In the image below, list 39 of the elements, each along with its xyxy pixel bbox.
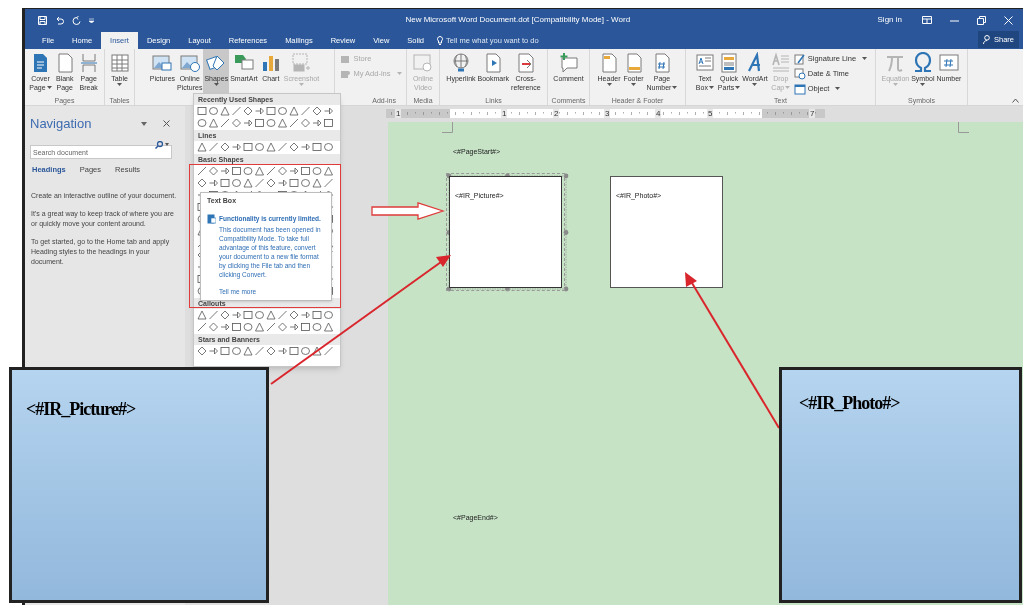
search-icon [155,140,163,149]
table-icon [108,52,131,74]
drop-cap-icon [769,52,792,74]
ruler-number: 2 [553,109,560,118]
camera-icon [290,52,313,74]
ruler-number: 1 [501,109,508,118]
pane-title: Navigation [30,115,93,133]
globe-picture-icon [178,52,201,74]
ruler-number: 4 [655,109,662,118]
text-box-icon [693,52,716,74]
person-icon [983,35,991,44]
ruler-number: 1 [395,109,402,118]
number-icon [938,52,960,74]
video-icon [412,52,434,74]
customize-icon [89,17,94,23]
document-warning-icon [207,213,216,224]
window-title: New Microsoft Word Document.dot [Compatibility Mode] - Word [404,14,632,26]
lightbulb-icon [437,36,444,45]
save-icon [38,15,47,25]
calendar-icon [793,67,806,80]
signature-icon [793,52,806,65]
redo-icon [72,15,81,25]
close-icon [1004,15,1013,25]
picture-icon [151,52,174,74]
callout-text: <#IR_Photo#> [799,393,900,413]
callout-text: <#IR_Picture#> [26,399,136,419]
window-icon [793,82,806,95]
undo-icon [55,15,64,25]
margin-mark-icon [958,122,969,133]
ruler-number: 5 [707,109,714,118]
collapse-icon [1012,98,1019,103]
ribbon-display-icon [922,16,932,24]
ruler-number: 7 [809,109,816,118]
caret-icon [141,121,147,126]
ruler-number: 3 [604,109,611,118]
sign-in-link[interactable]: Sign in [877,14,902,26]
restore-icon [977,15,986,25]
close-icon [163,120,170,128]
margin-mark-icon [442,122,453,133]
